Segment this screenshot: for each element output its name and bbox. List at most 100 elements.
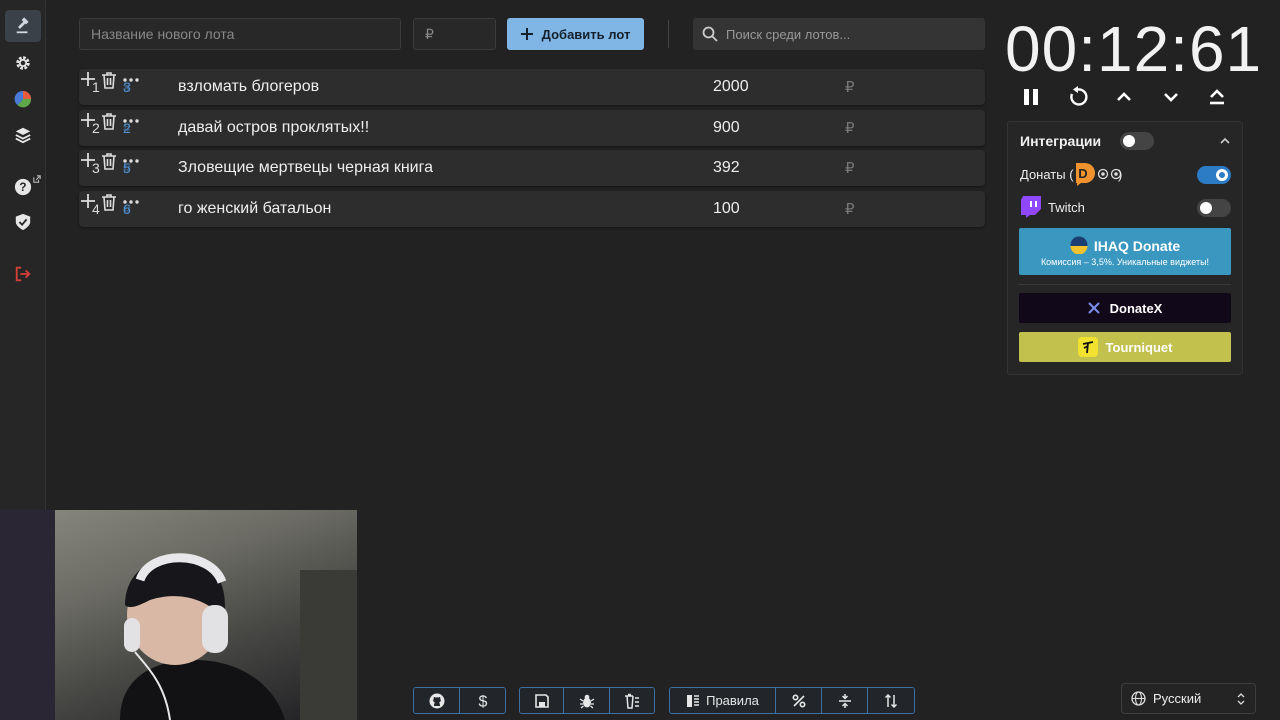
- pause-icon[interactable]: [1020, 86, 1042, 108]
- dollar-icon: $: [478, 693, 487, 709]
- search-input[interactable]: Поиск среди лотов...: [693, 18, 985, 50]
- new-lot-amount-input[interactable]: ₽: [413, 18, 496, 50]
- divider: [1019, 284, 1231, 285]
- sidebar-item-security[interactable]: [5, 206, 41, 238]
- save-icon: [534, 693, 549, 708]
- ihaq-logo-icon: [1070, 236, 1088, 255]
- ihaq-title: IHAQ Donate: [1093, 238, 1181, 254]
- integrations-toggle[interactable]: [1120, 132, 1154, 150]
- percent-icon: [791, 693, 806, 708]
- search-placeholder: Поиск среди лотов...: [726, 26, 851, 42]
- trash-icon[interactable]: [101, 71, 117, 89]
- rules-button[interactable]: Правила: [670, 688, 776, 713]
- new-lot-amount-placeholder: ₽: [425, 25, 434, 42]
- github-icon: [429, 693, 444, 708]
- clear-lots-button[interactable]: [610, 688, 654, 713]
- sidebar-item-logout[interactable]: [5, 258, 41, 290]
- sort-button[interactable]: [868, 688, 914, 713]
- donatex-button[interactable]: DonateX: [1019, 293, 1231, 323]
- book-icon: [687, 694, 700, 707]
- timer-display: 00:12:61: [1005, 13, 1263, 85]
- merge-button[interactable]: [822, 688, 868, 713]
- lot-index: 3: [92, 160, 100, 176]
- tourniquet-button[interactable]: Tourniquet: [1019, 332, 1231, 362]
- sidebar-item-help[interactable]: ?: [5, 171, 41, 203]
- lot-row: 3 #5 Зловещие мертвецы черная книга 392 …: [79, 150, 985, 186]
- sidebar-item-stack[interactable]: [5, 119, 41, 151]
- github-button[interactable]: [414, 688, 460, 713]
- lot-row: 2 #2 давай остров проклятых!! 900 ₽: [79, 110, 985, 146]
- lot-row: 4 #6 го женский батальон 100 ₽: [79, 191, 985, 227]
- auction-gavel-icon: [16, 17, 29, 34]
- webcam-overlay: [0, 510, 357, 720]
- tourniquet-logo-icon: [1077, 337, 1098, 357]
- logout-icon: [15, 266, 31, 282]
- currency-input[interactable]: ₽: [845, 159, 855, 177]
- percent-button[interactable]: [776, 688, 822, 713]
- sidebar: ?: [0, 0, 46, 510]
- trash-icon[interactable]: [101, 152, 117, 170]
- add-lot-label: Добавить лот: [541, 26, 631, 42]
- ihaq-donate-button[interactable]: IHAQ Donate Комиссия – 3,5%. Уникальные …: [1019, 228, 1231, 275]
- chevron-up-icon[interactable]: [1113, 86, 1135, 108]
- toolbar-group-links: $: [413, 687, 506, 714]
- language-select[interactable]: Русский: [1121, 683, 1256, 714]
- shield-check-icon: [15, 213, 31, 231]
- chevron-up-icon[interactable]: [1219, 135, 1231, 147]
- currency-input[interactable]: ₽: [845, 200, 855, 218]
- lot-name[interactable]: Зловещие мертвецы черная книга: [178, 159, 433, 177]
- twitch-toggle[interactable]: [1197, 199, 1231, 217]
- search-icon: [702, 26, 718, 42]
- select-arrows-icon: [1237, 693, 1245, 705]
- rules-label: Правила: [706, 693, 759, 708]
- lot-id: 2: [123, 120, 131, 136]
- tourniquet-label: Tourniquet: [1105, 339, 1173, 355]
- sidebar-item-settings[interactable]: [5, 47, 41, 79]
- sidebar-item-wheel[interactable]: [5, 83, 41, 115]
- double-up-icon[interactable]: [1206, 86, 1228, 108]
- external-link-icon: [33, 175, 41, 183]
- trash-icon[interactable]: [101, 112, 117, 130]
- ihaq-subtitle: Комиссия – 3,5%. Уникальные виджеты!: [1040, 257, 1210, 267]
- sidebar-item-auction[interactable]: [5, 10, 41, 42]
- lot-amount[interactable]: 900: [713, 119, 740, 137]
- report-bug-button[interactable]: [564, 688, 610, 713]
- lot-name[interactable]: давай остров проклятых!!: [178, 119, 369, 137]
- new-lot-name-placeholder: Название нового лота: [91, 26, 235, 42]
- donations-toggle[interactable]: [1197, 166, 1231, 184]
- save-button[interactable]: [520, 688, 564, 713]
- donations-label-suffix: ): [1118, 167, 1123, 182]
- donate-button[interactable]: $: [460, 688, 505, 713]
- integrations-panel: Интеграции Донаты ( D ) Twitch IHAQ Dona…: [1007, 121, 1243, 375]
- sort-arrows-icon: [884, 693, 898, 708]
- twitch-label: Twitch: [1048, 200, 1085, 215]
- svg-text:D: D: [1078, 166, 1087, 181]
- new-lot-name-input[interactable]: Название нового лота: [79, 18, 401, 50]
- currency-input[interactable]: ₽: [845, 78, 855, 96]
- toolbar-group-tools: Правила: [669, 687, 915, 714]
- chevron-down-icon[interactable]: [1160, 86, 1182, 108]
- gear-icon: [16, 56, 30, 70]
- lot-name[interactable]: взломать блогеров: [178, 78, 319, 96]
- donatex-logo-icon: [1087, 302, 1100, 314]
- lot-amount[interactable]: 100: [713, 200, 740, 218]
- layers-icon: [15, 127, 31, 144]
- lot-row: 1 #3 взломать блогеров 2000 ₽: [79, 69, 985, 105]
- donationalerts-logo-icon: D: [1076, 163, 1095, 186]
- lot-name[interactable]: го женский батальон: [178, 200, 331, 218]
- add-lot-button[interactable]: Добавить лот: [507, 18, 644, 50]
- globe-icon: [1131, 691, 1146, 706]
- lot-amount[interactable]: 2000: [713, 78, 749, 96]
- help-icon: ?: [14, 178, 32, 196]
- currency-input[interactable]: ₽: [845, 119, 855, 137]
- compress-icon: [838, 693, 851, 708]
- lot-id: 5: [123, 160, 131, 176]
- lot-index: 4: [92, 201, 100, 217]
- lot-amount[interactable]: 392: [713, 159, 740, 177]
- integrations-title: Интеграции: [1020, 133, 1102, 149]
- trash-icon[interactable]: [101, 193, 117, 211]
- language-selected: Русский: [1153, 691, 1202, 706]
- reset-icon[interactable]: [1067, 86, 1089, 108]
- streamer-figure: [0, 510, 357, 720]
- divider: [668, 20, 669, 48]
